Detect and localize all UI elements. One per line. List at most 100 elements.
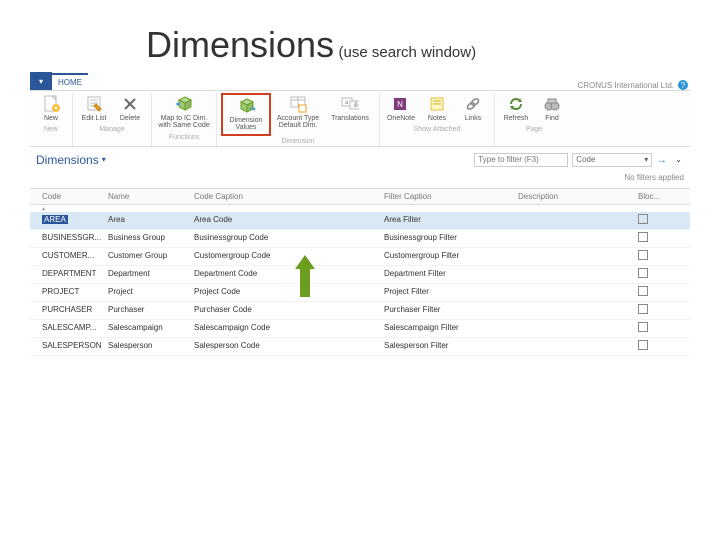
title-main: Dimensions <box>146 24 334 65</box>
page-subheader: Dimensions ▾ Code ▾ → ⌄ <box>30 147 690 169</box>
cell-code[interactable]: SALESPERSON <box>30 341 108 350</box>
checkbox-icon[interactable] <box>638 322 648 332</box>
sort-indicator-icon: ▴ <box>30 205 690 212</box>
cell-filter-caption: Salescampaign Filter <box>384 323 518 332</box>
cell-code-caption: Department Code <box>194 269 384 278</box>
delete-x-icon <box>121 95 139 113</box>
help-icon[interactable]: ? <box>678 80 688 90</box>
group-label-page: Page <box>526 124 542 134</box>
links-button[interactable]: Links <box>456 93 490 124</box>
checkbox-icon[interactable] <box>638 268 648 278</box>
cell-blocked[interactable] <box>638 232 672 244</box>
table-row[interactable]: SALESCAMP...SalescampaignSalescampaign C… <box>30 320 690 338</box>
checkbox-icon[interactable] <box>638 340 648 350</box>
group-label-new: New <box>44 124 58 134</box>
map-ic-dim-button[interactable]: Map to IC Dim. with Same Code <box>156 93 212 132</box>
new-button[interactable]: ✶ New <box>34 93 68 124</box>
notes-icon <box>428 95 446 113</box>
refresh-button[interactable]: Refresh <box>499 93 533 124</box>
cell-code-caption: Customergroup Code <box>194 251 384 260</box>
cell-blocked[interactable] <box>638 214 672 226</box>
col-blocked[interactable]: Bloc... <box>638 192 672 201</box>
delete-button[interactable]: Delete <box>113 93 147 124</box>
checkbox-icon[interactable] <box>638 214 648 224</box>
cell-code-caption: Salesperson Code <box>194 341 384 350</box>
group-label-manage: Manage <box>99 124 124 134</box>
apply-filter-button[interactable]: → <box>656 154 667 166</box>
expand-filter-icon[interactable]: ⌄ <box>671 155 686 164</box>
checkbox-icon[interactable] <box>638 250 648 260</box>
cell-name: Purchaser <box>108 305 194 314</box>
filter-bar: Code ▾ → ⌄ <box>474 153 686 167</box>
group-show-attached: N OneNote Notes Links Show Atta <box>380 93 495 146</box>
checkbox-icon[interactable] <box>638 286 648 296</box>
chevron-down-icon: ▾ <box>644 155 648 164</box>
translations-button[interactable]: aあ Translations <box>325 93 375 136</box>
cell-name: Customer Group <box>108 251 194 260</box>
cell-blocked[interactable] <box>638 322 672 334</box>
cell-code[interactable]: PROJECT <box>30 287 108 296</box>
filter-input[interactable] <box>474 153 568 167</box>
table-row[interactable]: CUSTOMER...Customer GroupCustomergroup C… <box>30 248 690 266</box>
cell-blocked[interactable] <box>638 340 672 352</box>
find-button[interactable]: Find <box>535 93 569 124</box>
col-code[interactable]: Code <box>30 192 108 201</box>
cell-name: Salesperson <box>108 341 194 350</box>
cell-code-caption: Businessgroup Code <box>194 233 384 242</box>
cell-filter-caption: Customergroup Filter <box>384 251 518 260</box>
cell-code[interactable]: DEPARTMENT <box>30 269 108 278</box>
table-body: AREAAreaArea CodeArea FilterBUSINESSGR..… <box>30 212 690 356</box>
group-page: Refresh Find Page <box>495 93 573 146</box>
col-filter-caption[interactable]: Filter Caption <box>384 192 518 201</box>
col-name[interactable]: Name <box>108 192 194 201</box>
cell-code[interactable]: AREA <box>30 215 108 224</box>
cell-blocked[interactable] <box>638 268 672 280</box>
table-header: Code Name Code Caption Filter Caption De… <box>30 188 690 205</box>
cell-code[interactable]: PURCHASER <box>30 305 108 314</box>
table-row[interactable]: AREAAreaArea CodeArea Filter <box>30 212 690 230</box>
group-new: ✶ New New <box>30 93 73 146</box>
cell-filter-caption: Salesperson Filter <box>384 341 518 350</box>
onenote-button[interactable]: N OneNote <box>384 93 418 124</box>
cell-blocked[interactable] <box>638 250 672 262</box>
filter-status: No filters applied <box>30 169 690 188</box>
ribbon: ✶ New New Edit List De <box>30 90 690 147</box>
cell-code-caption: Project Code <box>194 287 384 296</box>
cell-name: Salescampaign <box>108 323 194 332</box>
edit-list-button[interactable]: Edit List <box>77 93 111 124</box>
table-row[interactable]: DEPARTMENTDepartmentDepartment CodeDepar… <box>30 266 690 284</box>
cell-blocked[interactable] <box>638 286 672 298</box>
translations-icon: aあ <box>341 95 359 113</box>
cube-values-icon <box>237 97 255 115</box>
onenote-icon: N <box>392 95 410 113</box>
table-row[interactable]: BUSINESSGR...Business GroupBusinessgroup… <box>30 230 690 248</box>
checkbox-icon[interactable] <box>638 304 648 314</box>
cell-filter-caption: Project Filter <box>384 287 518 296</box>
cell-code[interactable]: CUSTOMER... <box>30 251 108 260</box>
svg-text:N: N <box>397 100 403 109</box>
table-row[interactable]: SALESPERSONSalespersonSalesperson CodeSa… <box>30 338 690 356</box>
app-menu-button[interactable]: ▾ <box>30 72 52 90</box>
table-row[interactable]: PROJECTProjectProject CodeProject Filter <box>30 284 690 302</box>
group-dimension: Dimension Values Account Type Default Di… <box>217 93 380 146</box>
tab-home[interactable]: HOME <box>52 73 88 90</box>
col-code-caption[interactable]: Code Caption <box>194 192 384 201</box>
col-description[interactable]: Description <box>518 192 638 201</box>
cell-code-caption: Area Code <box>194 215 384 224</box>
cell-code[interactable]: BUSINESSGR... <box>30 233 108 242</box>
notes-button[interactable]: Notes <box>420 93 454 124</box>
cell-code[interactable]: SALESCAMP... <box>30 323 108 332</box>
group-label-dimension: Dimension <box>281 136 314 146</box>
edit-list-icon <box>85 95 103 113</box>
checkbox-icon[interactable] <box>638 232 648 242</box>
cell-filter-caption: Purchaser Filter <box>384 305 518 314</box>
cell-blocked[interactable] <box>638 304 672 316</box>
cube-map-icon <box>175 95 193 113</box>
filter-field-select[interactable]: Code ▾ <box>572 153 652 167</box>
cell-name: Department <box>108 269 194 278</box>
table-row[interactable]: PURCHASERPurchaserPurchaser CodePurchase… <box>30 302 690 320</box>
dimension-values-button[interactable]: Dimension Values <box>221 93 271 136</box>
refresh-icon <box>507 95 525 113</box>
chevron-down-icon[interactable]: ▾ <box>99 155 106 164</box>
account-type-default-dim-button[interactable]: Account Type Default Dim. <box>273 93 323 136</box>
